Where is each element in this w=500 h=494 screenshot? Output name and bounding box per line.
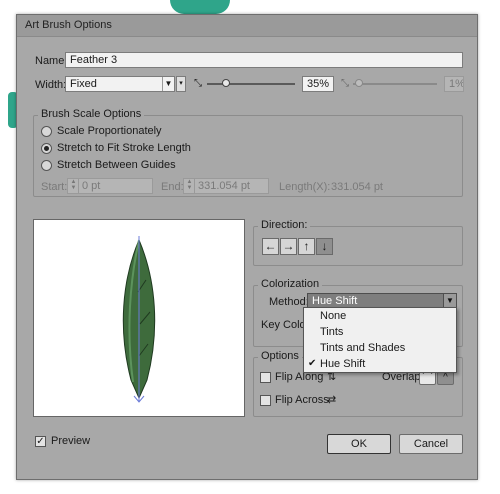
flip-across-icon: ⇄ (327, 394, 337, 406)
method-dropdown-arrow-icon[interactable]: ▼ (443, 294, 456, 308)
start-input: 0 pt (67, 178, 153, 194)
width-percent-input[interactable]: 35% (302, 76, 334, 92)
direction-up-arrow-icon[interactable]: ↑ (298, 238, 315, 255)
variation-percent-input: 1% (444, 76, 464, 92)
scale-proportionately-radio[interactable] (41, 126, 52, 137)
preview-checkbox[interactable]: ✓ (35, 436, 46, 447)
length-label: Length(X): (279, 181, 331, 193)
flip-across-checkbox[interactable] (260, 395, 271, 406)
scale-proportionately-label: Scale Proportionately (57, 125, 162, 137)
stretch-between-guides-label: Stretch Between Guides (57, 159, 176, 171)
name-label: Name: (35, 55, 68, 67)
name-input[interactable]: Feather 3 (65, 52, 463, 68)
ok-button[interactable]: OK (327, 434, 391, 454)
menu-item-hue-shift[interactable]: ✔ Hue Shift (304, 356, 456, 372)
stretch-to-fit-radio[interactable] (41, 143, 52, 154)
end-spinner-icon: ▲ ▼ (185, 179, 195, 193)
preview-label: Preview (51, 435, 91, 447)
end-label: End: (161, 181, 184, 193)
width-dropdown-arrow-icon[interactable]: ▼ (162, 77, 174, 91)
preview-panel (33, 219, 245, 417)
start-value: 0 pt (82, 180, 101, 192)
direction-left-arrow-icon[interactable]: ← (262, 238, 279, 255)
method-select-value: Hue Shift (312, 295, 358, 307)
menu-item-none[interactable]: None (304, 308, 456, 324)
length-value: 331.054 pt (331, 181, 383, 193)
direction-right-arrow-icon[interactable]: → (280, 238, 297, 255)
flip-across-label: Flip Across (275, 394, 329, 406)
width-label: Width: (35, 79, 67, 91)
method-dropdown-menu: None Tints Tints and Shades ✔ Hue Shift (303, 307, 457, 373)
variation-slider-thumb (355, 79, 363, 87)
art-brush-options-dialog: Art Brush Options Name: Feather 3 Width:… (16, 14, 478, 480)
feather-preview-image (122, 236, 156, 403)
name-value: Feather 3 (70, 54, 118, 66)
stretch-between-guides-radio[interactable] (41, 160, 52, 171)
variation-percent-value: 1% (449, 78, 464, 90)
end-input: 331.054 pt (183, 178, 269, 194)
width-select[interactable]: Fixed (65, 76, 175, 92)
width-slider-min-icon: ⤡ (194, 78, 202, 89)
width-slider-thumb[interactable] (222, 79, 230, 87)
cancel-button[interactable]: Cancel (399, 434, 463, 454)
menu-item-tints[interactable]: Tints (304, 324, 456, 340)
width-variation-dropdown-icon[interactable]: ▾ (176, 76, 186, 92)
width-percent-value: 35% (307, 78, 330, 90)
start-label: Start: (41, 181, 68, 193)
colorization-title: Colorization (258, 278, 323, 290)
direction-title: Direction: (258, 219, 311, 231)
width-slider-track[interactable] (207, 83, 295, 85)
dialog-title: Art Brush Options (25, 19, 112, 31)
title-bar: Art Brush Options (17, 15, 477, 37)
background-stroke (170, 0, 230, 14)
direction-down-arrow-icon[interactable]: ↓ (316, 238, 333, 255)
checkmark-icon: ✔ (308, 358, 317, 369)
variation-slider-track (353, 83, 437, 85)
width-select-value: Fixed (70, 78, 97, 90)
flip-along-checkbox[interactable] (260, 372, 271, 383)
end-value: 331.054 pt (198, 180, 250, 192)
options-title: Options (258, 350, 302, 362)
variation-slider-icon: ⤡ (341, 78, 349, 89)
stretch-to-fit-label: Stretch to Fit Stroke Length (57, 142, 191, 154)
menu-item-tints-and-shades[interactable]: Tints and Shades (304, 340, 456, 356)
brush-scale-options-title: Brush Scale Options (38, 108, 145, 120)
start-spinner-icon: ▲ ▼ (69, 179, 79, 193)
